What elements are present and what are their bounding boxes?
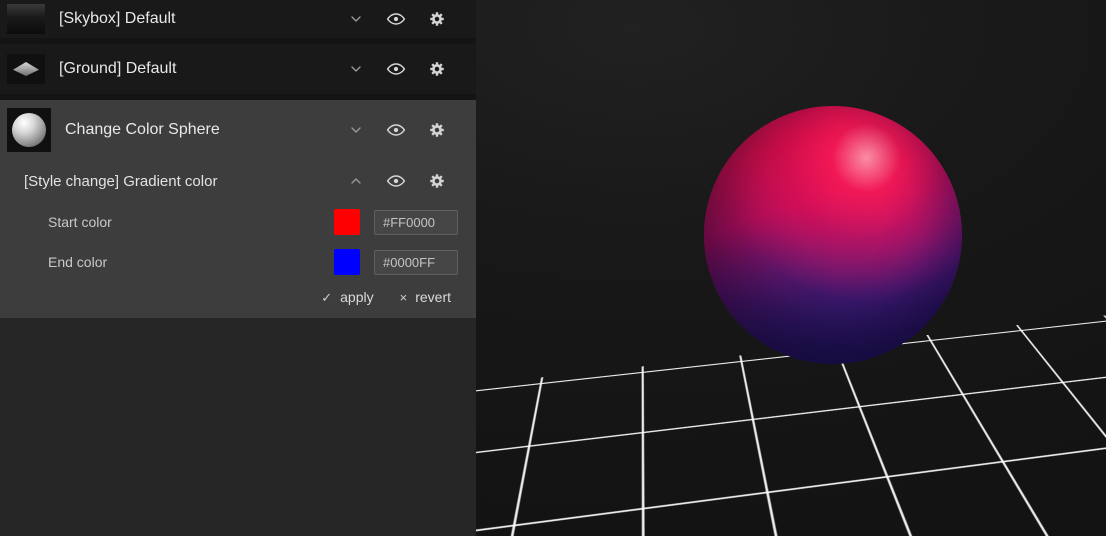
layer-row-ground[interactable]: [Ground] Default: [0, 44, 476, 94]
revert-label: revert: [415, 289, 451, 305]
layer-row-sphere[interactable]: Change Color Sphere: [0, 100, 476, 160]
apply-button[interactable]: ✓ apply: [321, 289, 373, 305]
style-section-title: [Style change] Gradient color: [24, 172, 218, 190]
sphere-thumbnail: [7, 108, 51, 152]
chevron-down-icon[interactable]: [348, 61, 364, 77]
layers-panel: [Skybox] Default [Ground] Default Change…: [0, 0, 476, 536]
end-color-swatch[interactable]: [334, 249, 360, 275]
start-color-input[interactable]: [374, 209, 458, 235]
gear-icon[interactable]: [428, 172, 446, 190]
eye-icon[interactable]: [386, 171, 406, 191]
layer-label: Change Color Sphere: [65, 121, 220, 138]
chevron-down-icon[interactable]: [348, 122, 364, 138]
eye-icon[interactable]: [386, 9, 406, 29]
revert-button[interactable]: × revert: [400, 289, 451, 305]
eye-icon[interactable]: [386, 59, 406, 79]
chevron-down-icon[interactable]: [348, 11, 364, 27]
layer-row-skybox[interactable]: [Skybox] Default: [0, 0, 476, 38]
gear-icon[interactable]: [428, 60, 446, 78]
style-actions-row: ✓ apply × revert: [0, 282, 476, 318]
end-color-input[interactable]: [374, 249, 458, 275]
selected-layer-block: Change Color Sphere [Style change] Gradi…: [0, 100, 476, 318]
scene-viewport[interactable]: [476, 0, 1106, 536]
eye-icon[interactable]: [386, 120, 406, 140]
apply-label: apply: [340, 289, 374, 305]
layer-label: [Skybox] Default: [59, 10, 176, 27]
chevron-up-icon[interactable]: [348, 173, 364, 189]
start-color-label: Start color: [48, 214, 112, 230]
check-icon: ✓: [321, 289, 333, 305]
style-section-header[interactable]: [Style change] Gradient color: [0, 160, 476, 202]
layer-label: [Ground] Default: [59, 60, 177, 77]
start-color-row: Start color: [0, 202, 476, 242]
ground-thumbnail: [7, 54, 45, 84]
end-color-label: End color: [48, 254, 108, 270]
end-color-row: End color: [0, 242, 476, 282]
x-icon: ×: [399, 289, 408, 305]
gear-icon[interactable]: [428, 10, 446, 28]
app-window: [Skybox] Default [Ground] Default Change…: [0, 0, 1106, 536]
skybox-thumbnail: [7, 4, 45, 34]
panel-empty-area: [0, 318, 476, 536]
scene-sphere: [704, 106, 962, 364]
start-color-swatch[interactable]: [334, 209, 360, 235]
gear-icon[interactable]: [428, 121, 446, 139]
